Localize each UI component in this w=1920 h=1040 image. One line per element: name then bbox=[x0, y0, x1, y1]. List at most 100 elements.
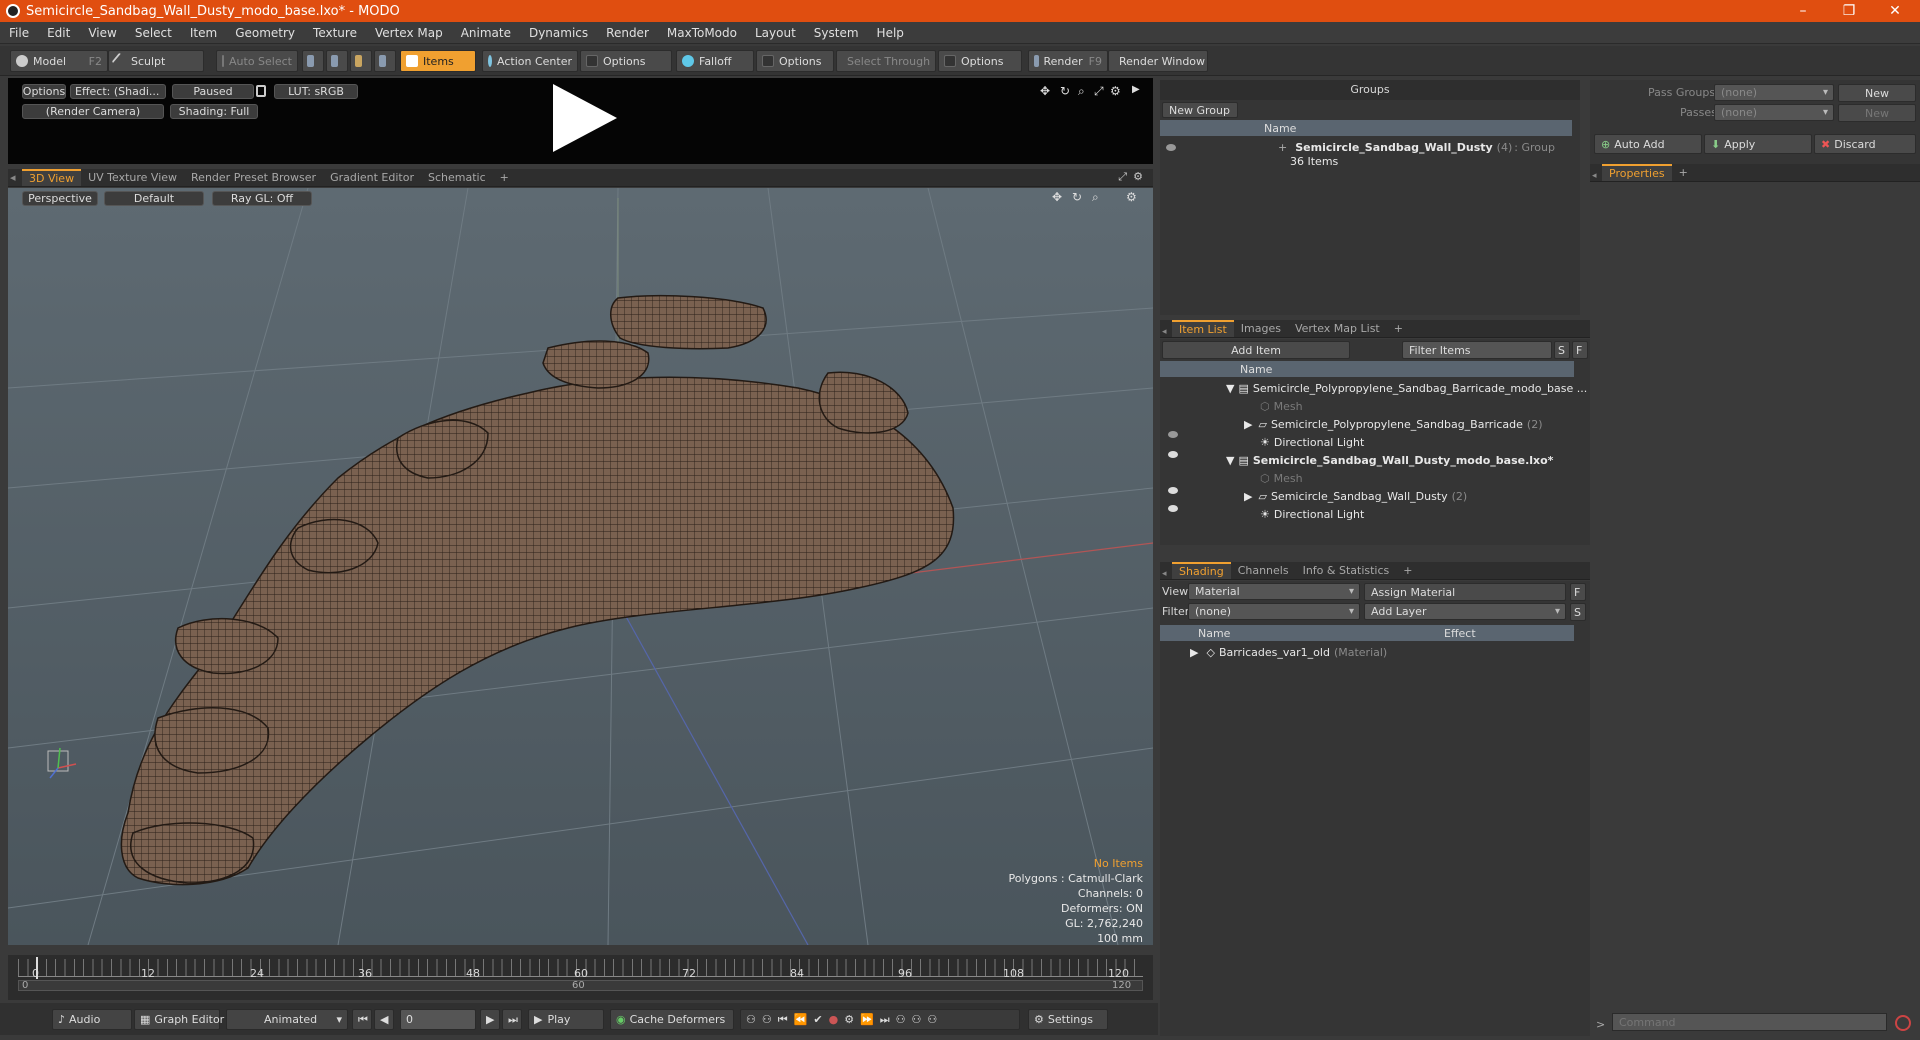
menu-vertex-map[interactable]: Vertex Map bbox=[366, 26, 452, 40]
lut-dropdown[interactable]: LUT: sRGB bbox=[274, 84, 358, 99]
tab-properties[interactable]: Properties bbox=[1602, 164, 1672, 181]
scene-row[interactable]: ▼ ▤ Semicircle_Polypropylene_Sandbag_Barri… bbox=[1226, 379, 1587, 397]
playhead[interactable] bbox=[36, 957, 38, 979]
menu-animate[interactable]: Animate bbox=[452, 26, 520, 40]
shading-s-button[interactable]: S bbox=[1570, 603, 1586, 621]
default-dropdown[interactable]: Default bbox=[104, 191, 204, 206]
panel-arrow-icon[interactable]: ◂ bbox=[1160, 327, 1172, 337]
effect-dropdown[interactable]: Effect: (Shadi... bbox=[70, 84, 166, 99]
menu-maxtomodo[interactable]: MaxToModo bbox=[658, 26, 746, 40]
timeline[interactable]: 0 12 24 36 48 60 72 84 96 108 120 0 60 1… bbox=[8, 955, 1153, 1000]
visibility-icon[interactable] bbox=[1168, 505, 1178, 512]
locator-row[interactable]: ▶ ▱ Semicircle_Sandbag_Wall_Dusty (2) bbox=[1244, 487, 1467, 505]
key-first-icon[interactable]: ⏮ bbox=[778, 1013, 788, 1027]
render-camera-dropdown[interactable]: (Render Camera) bbox=[22, 104, 164, 119]
visibility-icon[interactable] bbox=[1168, 487, 1178, 494]
expand-arrow-icon[interactable]: ▶ bbox=[1190, 646, 1198, 659]
menu-select[interactable]: Select bbox=[126, 26, 181, 40]
expand-arrow-icon[interactable]: ▼ bbox=[1226, 382, 1234, 395]
tab-3d-view[interactable]: 3D View bbox=[22, 169, 82, 186]
panel-gear-icon[interactable]: ⚙ bbox=[1133, 170, 1143, 183]
expand-icon[interactable]: + bbox=[1278, 141, 1287, 154]
filter-s-button[interactable]: S bbox=[1554, 341, 1570, 359]
light-row[interactable]: ☀ Directional Light bbox=[1260, 433, 1364, 451]
render-window-button[interactable]: Render Window bbox=[1108, 50, 1208, 72]
apply-button[interactable]: ⬇ Apply bbox=[1704, 134, 1812, 154]
group-row[interactable]: + Semicircle_Sandbag_Wall_Dusty (4) : Gr… bbox=[1160, 138, 1572, 156]
material-row[interactable]: ▶ ◇ Barricades_var1_old (Material) bbox=[1190, 643, 1387, 661]
key-tool-icon[interactable]: ⚇ bbox=[746, 1013, 756, 1026]
play-button[interactable]: ▶ Play bbox=[528, 1009, 604, 1030]
close-button[interactable]: ✕ bbox=[1872, 0, 1918, 22]
panel-arrow-icon[interactable]: ◂ bbox=[8, 169, 22, 186]
new-pass-button[interactable]: New bbox=[1838, 104, 1916, 122]
model-mode-button[interactable]: Model F2 bbox=[10, 50, 108, 72]
menu-item[interactable]: Item bbox=[181, 26, 226, 40]
scene-row[interactable]: ▼ ▤ Semicircle_Sandbag_Wall_Dusty_modo_bas… bbox=[1226, 451, 1553, 469]
perspective-dropdown[interactable]: Perspective bbox=[22, 191, 98, 206]
frame-input[interactable]: 0 bbox=[400, 1009, 476, 1030]
passes-dropdown[interactable]: (none) bbox=[1714, 104, 1834, 121]
visibility-icon[interactable] bbox=[1168, 451, 1178, 458]
edges-mode-button[interactable] bbox=[326, 50, 348, 72]
key-prev-icon[interactable]: ⏪ bbox=[794, 1013, 808, 1026]
record-icon[interactable]: ● bbox=[829, 1013, 839, 1026]
raygl-dropdown[interactable]: Ray GL: Off bbox=[212, 191, 312, 206]
tab-info-statistics[interactable]: Info & Statistics bbox=[1296, 562, 1397, 579]
step-forward-button[interactable]: ▶ bbox=[480, 1009, 500, 1030]
expand-arrow-icon[interactable]: ▶ bbox=[1244, 490, 1252, 503]
graph-editor-button[interactable]: ▦ Graph Editor bbox=[134, 1009, 224, 1030]
rotate-view-icon[interactable]: ↻ bbox=[1060, 84, 1070, 98]
action-center-options-button[interactable]: Options bbox=[580, 50, 672, 72]
menu-layout[interactable]: Layout bbox=[746, 26, 805, 40]
menu-help[interactable]: Help bbox=[868, 26, 913, 40]
mesh-row[interactable]: ⬡ Mesh bbox=[1260, 469, 1303, 487]
visibility-icon[interactable] bbox=[1166, 143, 1176, 151]
assign-material-button[interactable]: Assign Material bbox=[1364, 583, 1566, 601]
add-tab-button[interactable]: + bbox=[1672, 164, 1695, 181]
maximize-button[interactable]: ❐ bbox=[1826, 0, 1872, 22]
discard-button[interactable]: ✖ Discard bbox=[1814, 134, 1916, 154]
menu-system[interactable]: System bbox=[805, 26, 868, 40]
zoom-view-icon[interactable]: ⌕ bbox=[1092, 190, 1099, 205]
command-input[interactable] bbox=[1612, 1013, 1887, 1031]
stop-icon[interactable] bbox=[1895, 1015, 1911, 1031]
key-tool-icon[interactable]: ⚇ bbox=[762, 1013, 772, 1026]
settings-button[interactable]: ⚙ Settings bbox=[1028, 1009, 1108, 1030]
maximize-panel-icon[interactable]: ⤢ bbox=[1118, 170, 1127, 184]
zoom-view-icon[interactable]: ⌕ bbox=[1078, 84, 1085, 99]
cache-deformers-button[interactable]: ◉ Cache Deformers bbox=[610, 1009, 734, 1030]
locator-row[interactable]: ▶ ▱ Semicircle_Polypropylene_Sandbag_Barri… bbox=[1244, 415, 1543, 433]
play-render-icon[interactable] bbox=[553, 84, 617, 152]
viewport-gear-icon[interactable]: ⚙ bbox=[1126, 190, 1137, 204]
tab-channels[interactable]: Channels bbox=[1231, 562, 1296, 579]
render-button[interactable]: Render F9 bbox=[1028, 50, 1108, 72]
menu-file[interactable]: File bbox=[0, 26, 38, 40]
new-pass-group-button[interactable]: New bbox=[1838, 84, 1916, 102]
go-end-button[interactable]: ⏭ bbox=[502, 1009, 522, 1030]
view-dropdown[interactable]: Material bbox=[1188, 583, 1360, 600]
rotate-view-icon[interactable]: ↻ bbox=[1072, 190, 1082, 204]
menu-dynamics[interactable]: Dynamics bbox=[520, 26, 597, 40]
shading-dropdown[interactable]: Shading: Full bbox=[170, 104, 258, 119]
polygons-mode-button[interactable] bbox=[350, 50, 372, 72]
sculpt-mode-button[interactable]: Sculpt bbox=[108, 50, 204, 72]
paused-button[interactable]: Paused bbox=[172, 84, 254, 99]
tab-item-list[interactable]: Item List bbox=[1172, 320, 1234, 337]
key-next-icon[interactable]: ⏩ bbox=[860, 1013, 874, 1026]
audio-button[interactable]: ♪ Audio bbox=[52, 1009, 132, 1030]
falloff-options-button[interactable]: Options bbox=[756, 50, 834, 72]
minimize-button[interactable]: – bbox=[1780, 0, 1826, 22]
expand-arrow-icon[interactable]: ▶ bbox=[1244, 418, 1252, 431]
preview-options-button[interactable]: Options bbox=[22, 84, 66, 99]
menu-geometry[interactable]: Geometry bbox=[226, 26, 304, 40]
tab-uv-texture-view[interactable]: UV Texture View bbox=[81, 169, 184, 186]
gear-icon[interactable]: ⚙ bbox=[1110, 84, 1121, 98]
key-icon[interactable]: ⚙ bbox=[844, 1013, 854, 1026]
expand-arrow-icon[interactable]: ▶ bbox=[1132, 84, 1140, 95]
menu-view[interactable]: View bbox=[79, 26, 125, 40]
fit-view-icon[interactable]: ⤢ bbox=[1094, 84, 1104, 99]
key-icon[interactable]: ⚇ bbox=[912, 1013, 922, 1026]
add-tab-button[interactable]: + bbox=[493, 169, 516, 186]
lock-icon[interactable] bbox=[256, 85, 266, 97]
